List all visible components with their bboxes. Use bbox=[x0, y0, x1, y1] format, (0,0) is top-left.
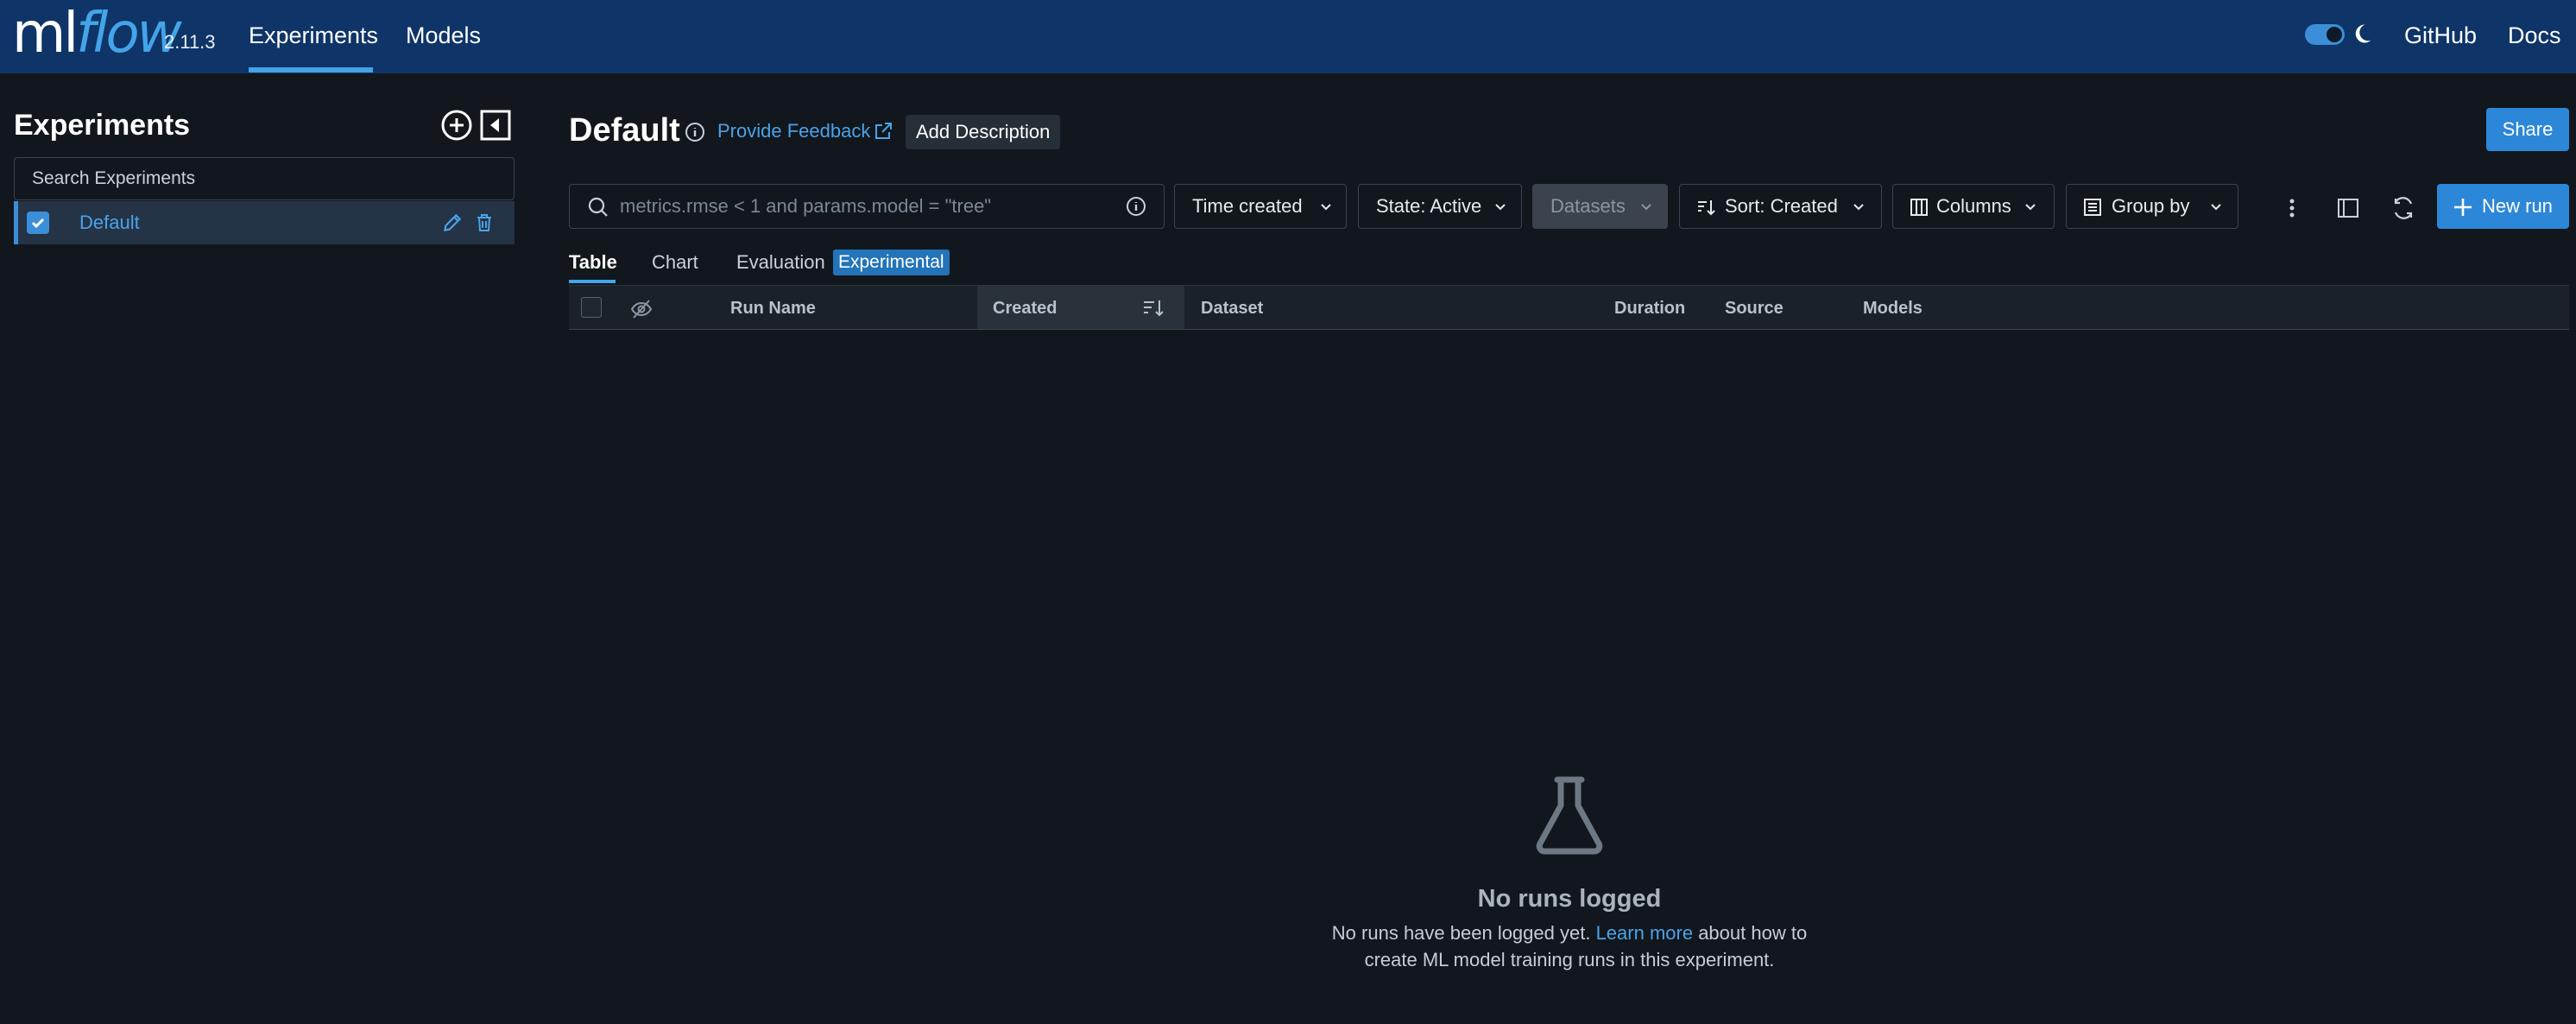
column-source[interactable]: Source bbox=[1725, 299, 1784, 319]
learn-more-link[interactable]: Learn more bbox=[1596, 922, 1694, 944]
tab-chart[interactable]: Chart bbox=[652, 251, 698, 274]
sort-dropdown[interactable]: Sort: Created bbox=[1679, 184, 1882, 229]
sidebar-title: Experiments bbox=[14, 109, 191, 142]
chevron-down-icon bbox=[1495, 204, 1506, 211]
experiment-checkbox[interactable] bbox=[27, 212, 49, 234]
external-link-icon bbox=[875, 123, 892, 139]
columns-icon bbox=[1910, 199, 1928, 216]
state-dropdown[interactable]: State: Active bbox=[1358, 184, 1522, 229]
select-all-checkbox[interactable] bbox=[581, 297, 602, 318]
runs-search-placeholder: metrics.rmse < 1 and params.model = "tre… bbox=[620, 195, 992, 217]
column-duration[interactable]: Duration bbox=[1614, 299, 1685, 319]
tab-active-indicator bbox=[569, 280, 616, 283]
page-title: Default bbox=[569, 112, 680, 149]
flask-icon bbox=[1536, 776, 1603, 855]
runs-search-input[interactable]: metrics.rmse < 1 and params.model = "tre… bbox=[569, 184, 1165, 229]
nav-github[interactable]: GitHub bbox=[2404, 22, 2477, 49]
mlflow-logo[interactable]: mlflow bbox=[12, 2, 182, 66]
edit-icon[interactable] bbox=[441, 212, 464, 234]
chevron-down-icon bbox=[1321, 204, 1331, 211]
empty-state-title: No runs logged bbox=[1477, 885, 1662, 913]
datasets-dropdown[interactable]: Datasets bbox=[1532, 184, 1668, 229]
runs-table-header: Run Name Created Dataset Duration Source… bbox=[569, 285, 2569, 330]
new-run-button[interactable]: New run bbox=[2437, 184, 2569, 229]
nav-active-indicator bbox=[249, 67, 373, 73]
top-navbar: mlflow 2.11.3 Experiments Models GitHub … bbox=[0, 0, 2576, 73]
plus-icon bbox=[2454, 199, 2472, 216]
time-created-dropdown[interactable]: Time created bbox=[1174, 184, 1347, 229]
sort-icon bbox=[1698, 200, 1715, 216]
add-description-button[interactable]: Add Description bbox=[906, 115, 1061, 149]
created-column-header[interactable]: Created bbox=[977, 286, 1184, 329]
search-info-icon[interactable] bbox=[1125, 195, 1147, 218]
columns-dropdown[interactable]: Columns bbox=[1892, 184, 2055, 229]
add-experiment-icon[interactable] bbox=[440, 109, 473, 142]
info-icon[interactable] bbox=[684, 121, 706, 143]
logo-ml-text: ml bbox=[12, 2, 79, 66]
nav-docs[interactable]: Docs bbox=[2508, 22, 2561, 49]
tab-evaluation[interactable]: Evaluation bbox=[736, 251, 825, 274]
dark-mode-toggle[interactable] bbox=[2305, 24, 2345, 45]
visibility-toggle-icon[interactable] bbox=[629, 297, 653, 321]
experiment-name[interactable]: Default bbox=[79, 212, 140, 234]
nav-experiments[interactable]: Experiments bbox=[249, 22, 378, 49]
nav-models[interactable]: Models bbox=[406, 22, 481, 49]
experimental-badge: Experimental bbox=[833, 250, 950, 275]
check-icon bbox=[31, 218, 45, 229]
collapse-sidebar-icon[interactable] bbox=[480, 110, 511, 141]
trash-icon[interactable] bbox=[474, 212, 495, 233]
column-created: Created bbox=[993, 299, 1058, 318]
side-panel-icon[interactable] bbox=[2334, 194, 2362, 222]
chevron-down-icon bbox=[2211, 204, 2221, 211]
more-options-icon[interactable] bbox=[2279, 195, 2305, 221]
chevron-down-icon bbox=[2025, 204, 2036, 211]
chevron-down-icon bbox=[1641, 204, 1651, 211]
chevron-down-icon bbox=[1853, 204, 1864, 211]
empty-state-text: No runs have been logged yet. bbox=[1331, 922, 1596, 944]
sidebar-item-default[interactable]: Default bbox=[14, 201, 515, 244]
empty-state-text-suffix: about how to bbox=[1693, 922, 1808, 944]
column-models[interactable]: Models bbox=[1863, 299, 1923, 319]
empty-state-text-line2: create ML model training runs in this ex… bbox=[1364, 949, 1775, 970]
columns-label: Columns bbox=[1936, 195, 2011, 217]
moon-icon bbox=[2355, 24, 2371, 43]
column-run-name[interactable]: Run Name bbox=[730, 299, 816, 319]
datasets-label: Datasets bbox=[1550, 195, 1626, 217]
sort-descending-icon[interactable] bbox=[1141, 296, 1165, 320]
share-button[interactable]: Share bbox=[2486, 108, 2569, 151]
search-experiments-input[interactable]: Search Experiments bbox=[14, 157, 515, 200]
version-label: 2.11.3 bbox=[164, 31, 216, 53]
new-run-label: New run bbox=[2482, 195, 2553, 217]
provide-feedback-link[interactable]: Provide Feedback bbox=[717, 120, 870, 142]
search-icon bbox=[588, 197, 608, 217]
state-label: State: Active bbox=[1376, 195, 1482, 217]
column-dataset[interactable]: Dataset bbox=[1201, 299, 1263, 319]
refresh-icon[interactable] bbox=[2389, 193, 2418, 223]
group-icon bbox=[2084, 199, 2101, 216]
group-by-dropdown[interactable]: Group by bbox=[2066, 184, 2238, 229]
tab-table[interactable]: Table bbox=[569, 251, 617, 274]
time-created-label: Time created bbox=[1192, 195, 1303, 217]
group-by-label: Group by bbox=[2112, 195, 2190, 217]
empty-state-description: No runs have been logged yet. Learn more… bbox=[1295, 920, 1844, 973]
sort-label: Sort: Created bbox=[1725, 195, 1838, 217]
